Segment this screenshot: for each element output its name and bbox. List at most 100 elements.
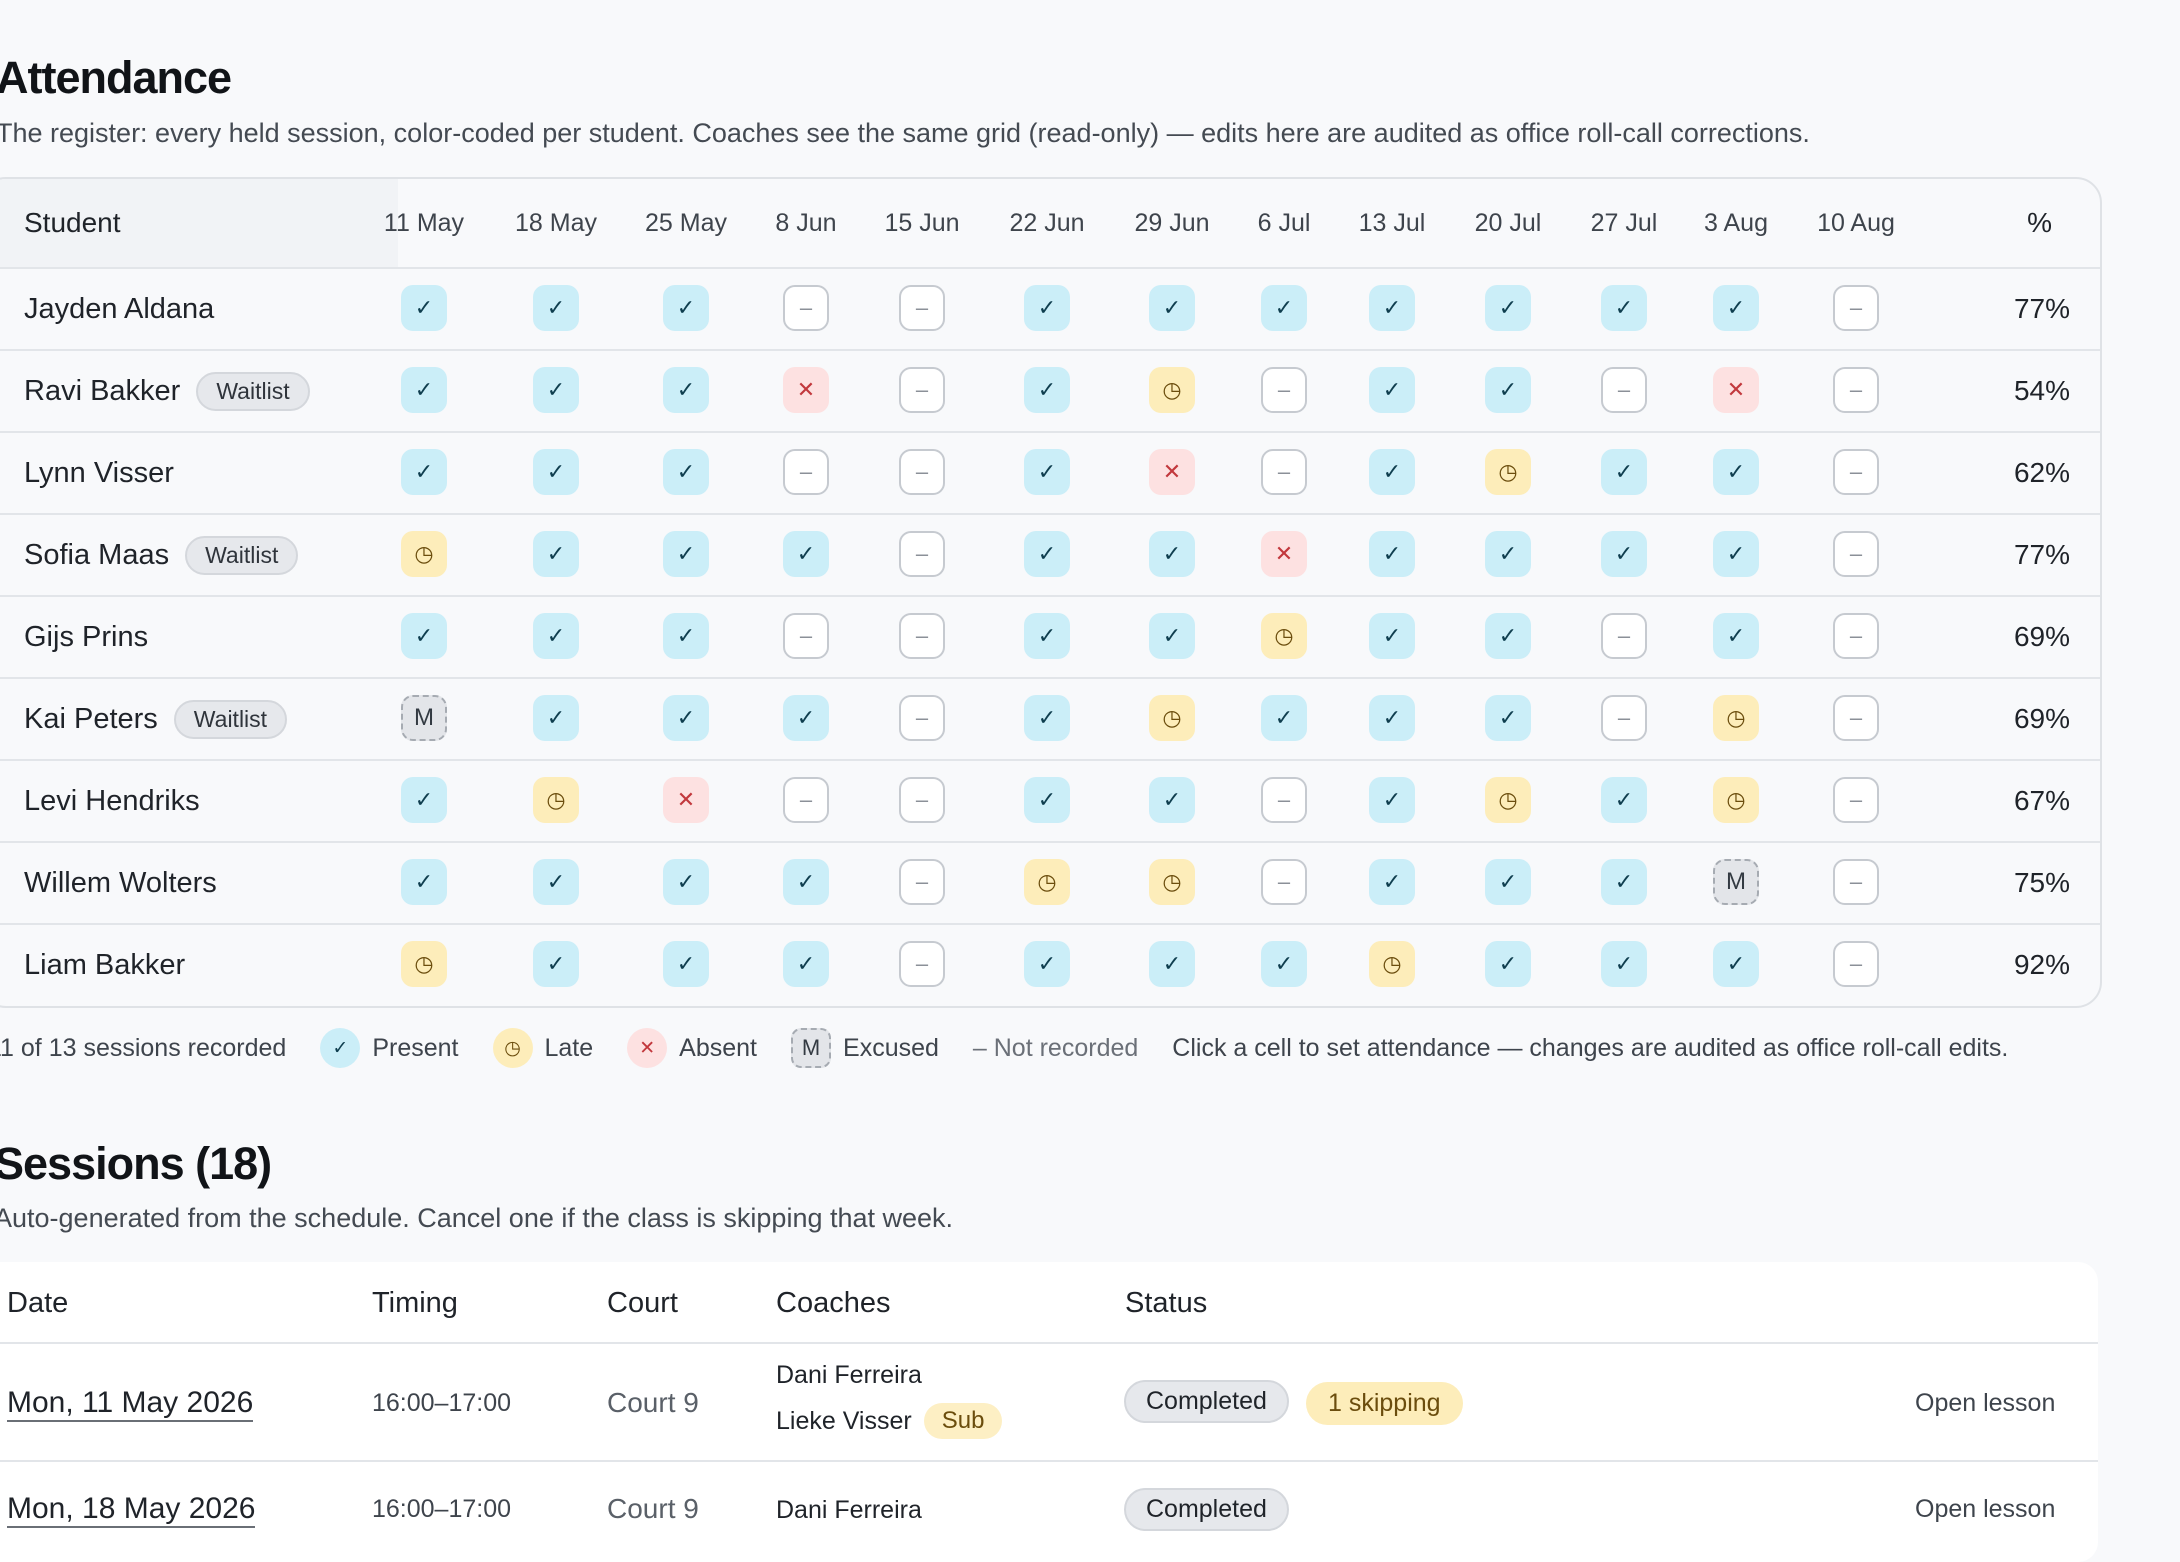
attendance-cell-not-recorded-dash-icon[interactable]: – (783, 613, 829, 659)
attendance-cell-present-check-icon[interactable]: ✓ (401, 285, 447, 331)
attendance-cell-present-check-icon[interactable]: ✓ (1485, 367, 1531, 413)
attendance-cell-present-check-icon[interactable]: ✓ (1024, 613, 1070, 659)
attendance-cell-not-recorded-dash-icon[interactable]: – (1833, 449, 1879, 495)
attendance-cell-present-check-icon[interactable]: ✓ (1369, 367, 1415, 413)
attendance-cell-present-check-icon[interactable]: ✓ (401, 367, 447, 413)
attendance-cell-present-check-icon[interactable]: ✓ (1024, 777, 1070, 823)
attendance-cell-present-check-icon[interactable]: ✓ (1024, 531, 1070, 577)
attendance-cell-present-check-icon[interactable]: ✓ (783, 695, 829, 741)
attendance-cell-not-recorded-dash-icon[interactable]: – (899, 695, 945, 741)
attendance-cell-excused-m-icon[interactable]: M (1713, 859, 1759, 905)
attendance-cell-present-check-icon[interactable]: ✓ (1369, 777, 1415, 823)
attendance-cell-not-recorded-dash-icon[interactable]: – (783, 285, 829, 331)
attendance-cell-present-check-icon[interactable]: ✓ (663, 613, 709, 659)
attendance-cell-present-check-icon[interactable]: ✓ (1024, 941, 1070, 987)
attendance-cell-present-check-icon[interactable]: ✓ (533, 695, 579, 741)
attendance-cell-present-check-icon[interactable]: ✓ (1601, 859, 1647, 905)
attendance-cell-present-check-icon[interactable]: ✓ (783, 531, 829, 577)
attendance-cell-present-check-icon[interactable]: ✓ (1713, 941, 1759, 987)
attendance-cell-not-recorded-dash-icon[interactable]: – (899, 941, 945, 987)
attendance-cell-present-check-icon[interactable]: ✓ (533, 941, 579, 987)
attendance-cell-not-recorded-dash-icon[interactable]: – (1833, 531, 1879, 577)
attendance-cell-present-check-icon[interactable]: ✓ (533, 367, 579, 413)
attendance-cell-present-check-icon[interactable]: ✓ (401, 613, 447, 659)
attendance-cell-present-check-icon[interactable]: ✓ (1149, 613, 1195, 659)
attendance-cell-not-recorded-dash-icon[interactable]: – (1261, 367, 1307, 413)
attendance-cell-late-clock-icon[interactable]: ◷ (1369, 941, 1415, 987)
attendance-cell-present-check-icon[interactable]: ✓ (783, 859, 829, 905)
attendance-cell-not-recorded-dash-icon[interactable]: – (1833, 859, 1879, 905)
attendance-cell-present-check-icon[interactable]: ✓ (663, 695, 709, 741)
attendance-cell-present-check-icon[interactable]: ✓ (1713, 531, 1759, 577)
attendance-cell-not-recorded-dash-icon[interactable]: – (899, 531, 945, 577)
attendance-cell-present-check-icon[interactable]: ✓ (1149, 531, 1195, 577)
session-date-link[interactable]: Mon, 11 May 2026 (7, 1386, 254, 1422)
attendance-cell-present-check-icon[interactable]: ✓ (1149, 941, 1195, 987)
open-lesson-link[interactable]: Open lesson (1915, 1389, 2055, 1418)
attendance-cell-present-check-icon[interactable]: ✓ (1485, 859, 1531, 905)
attendance-cell-present-check-icon[interactable]: ✓ (1601, 531, 1647, 577)
attendance-cell-late-clock-icon[interactable]: ◷ (1713, 695, 1759, 741)
attendance-cell-present-check-icon[interactable]: ✓ (1601, 285, 1647, 331)
attendance-cell-present-check-icon[interactable]: ✓ (533, 449, 579, 495)
attendance-cell-absent-x-icon[interactable]: ✕ (783, 367, 829, 413)
attendance-cell-late-clock-icon[interactable]: ◷ (1261, 613, 1307, 659)
attendance-cell-not-recorded-dash-icon[interactable]: – (1601, 695, 1647, 741)
attendance-cell-present-check-icon[interactable]: ✓ (1369, 613, 1415, 659)
attendance-cell-not-recorded-dash-icon[interactable]: – (1833, 941, 1879, 987)
attendance-cell-present-check-icon[interactable]: ✓ (1601, 941, 1647, 987)
attendance-cell-present-check-icon[interactable]: ✓ (1485, 531, 1531, 577)
attendance-cell-not-recorded-dash-icon[interactable]: – (899, 777, 945, 823)
attendance-cell-not-recorded-dash-icon[interactable]: – (1833, 285, 1879, 331)
attendance-cell-late-clock-icon[interactable]: ◷ (401, 531, 447, 577)
attendance-cell-not-recorded-dash-icon[interactable]: – (899, 367, 945, 413)
attendance-cell-present-check-icon[interactable]: ✓ (663, 285, 709, 331)
attendance-cell-not-recorded-dash-icon[interactable]: – (1833, 695, 1879, 741)
attendance-cell-present-check-icon[interactable]: ✓ (783, 941, 829, 987)
attendance-cell-present-check-icon[interactable]: ✓ (401, 777, 447, 823)
attendance-cell-late-clock-icon[interactable]: ◷ (1149, 695, 1195, 741)
attendance-cell-late-clock-icon[interactable]: ◷ (1149, 367, 1195, 413)
attendance-cell-present-check-icon[interactable]: ✓ (1261, 285, 1307, 331)
attendance-cell-late-clock-icon[interactable]: ◷ (1713, 777, 1759, 823)
attendance-cell-present-check-icon[interactable]: ✓ (1713, 449, 1759, 495)
attendance-cell-present-check-icon[interactable]: ✓ (533, 859, 579, 905)
attendance-cell-not-recorded-dash-icon[interactable]: – (1833, 777, 1879, 823)
attendance-cell-absent-x-icon[interactable]: ✕ (1713, 367, 1759, 413)
attendance-cell-present-check-icon[interactable]: ✓ (663, 941, 709, 987)
attendance-cell-present-check-icon[interactable]: ✓ (401, 859, 447, 905)
attendance-cell-not-recorded-dash-icon[interactable]: – (1261, 777, 1307, 823)
attendance-cell-present-check-icon[interactable]: ✓ (663, 531, 709, 577)
attendance-cell-present-check-icon[interactable]: ✓ (1261, 941, 1307, 987)
attendance-cell-present-check-icon[interactable]: ✓ (1485, 695, 1531, 741)
attendance-cell-late-clock-icon[interactable]: ◷ (1024, 859, 1070, 905)
attendance-cell-not-recorded-dash-icon[interactable]: – (1833, 367, 1879, 413)
attendance-cell-present-check-icon[interactable]: ✓ (1601, 449, 1647, 495)
attendance-cell-present-check-icon[interactable]: ✓ (1485, 285, 1531, 331)
attendance-cell-not-recorded-dash-icon[interactable]: – (899, 449, 945, 495)
attendance-cell-present-check-icon[interactable]: ✓ (533, 613, 579, 659)
attendance-cell-not-recorded-dash-icon[interactable]: – (1833, 613, 1879, 659)
attendance-cell-present-check-icon[interactable]: ✓ (1713, 613, 1759, 659)
attendance-cell-not-recorded-dash-icon[interactable]: – (1601, 367, 1647, 413)
attendance-cell-absent-x-icon[interactable]: ✕ (663, 777, 709, 823)
attendance-cell-not-recorded-dash-icon[interactable]: – (899, 613, 945, 659)
attendance-cell-present-check-icon[interactable]: ✓ (1369, 531, 1415, 577)
attendance-cell-present-check-icon[interactable]: ✓ (1369, 859, 1415, 905)
attendance-cell-present-check-icon[interactable]: ✓ (1369, 285, 1415, 331)
attendance-cell-present-check-icon[interactable]: ✓ (1369, 449, 1415, 495)
attendance-cell-not-recorded-dash-icon[interactable]: – (783, 777, 829, 823)
attendance-cell-present-check-icon[interactable]: ✓ (1149, 777, 1195, 823)
attendance-cell-present-check-icon[interactable]: ✓ (533, 531, 579, 577)
attendance-cell-present-check-icon[interactable]: ✓ (533, 285, 579, 331)
attendance-cell-not-recorded-dash-icon[interactable]: – (1261, 449, 1307, 495)
attendance-cell-not-recorded-dash-icon[interactable]: – (783, 449, 829, 495)
attendance-cell-present-check-icon[interactable]: ✓ (663, 367, 709, 413)
attendance-cell-present-check-icon[interactable]: ✓ (663, 449, 709, 495)
attendance-cell-late-clock-icon[interactable]: ◷ (401, 941, 447, 987)
attendance-cell-present-check-icon[interactable]: ✓ (401, 449, 447, 495)
attendance-cell-late-clock-icon[interactable]: ◷ (1485, 449, 1531, 495)
attendance-cell-late-clock-icon[interactable]: ◷ (533, 777, 579, 823)
attendance-cell-present-check-icon[interactable]: ✓ (1024, 285, 1070, 331)
attendance-cell-present-check-icon[interactable]: ✓ (1024, 449, 1070, 495)
